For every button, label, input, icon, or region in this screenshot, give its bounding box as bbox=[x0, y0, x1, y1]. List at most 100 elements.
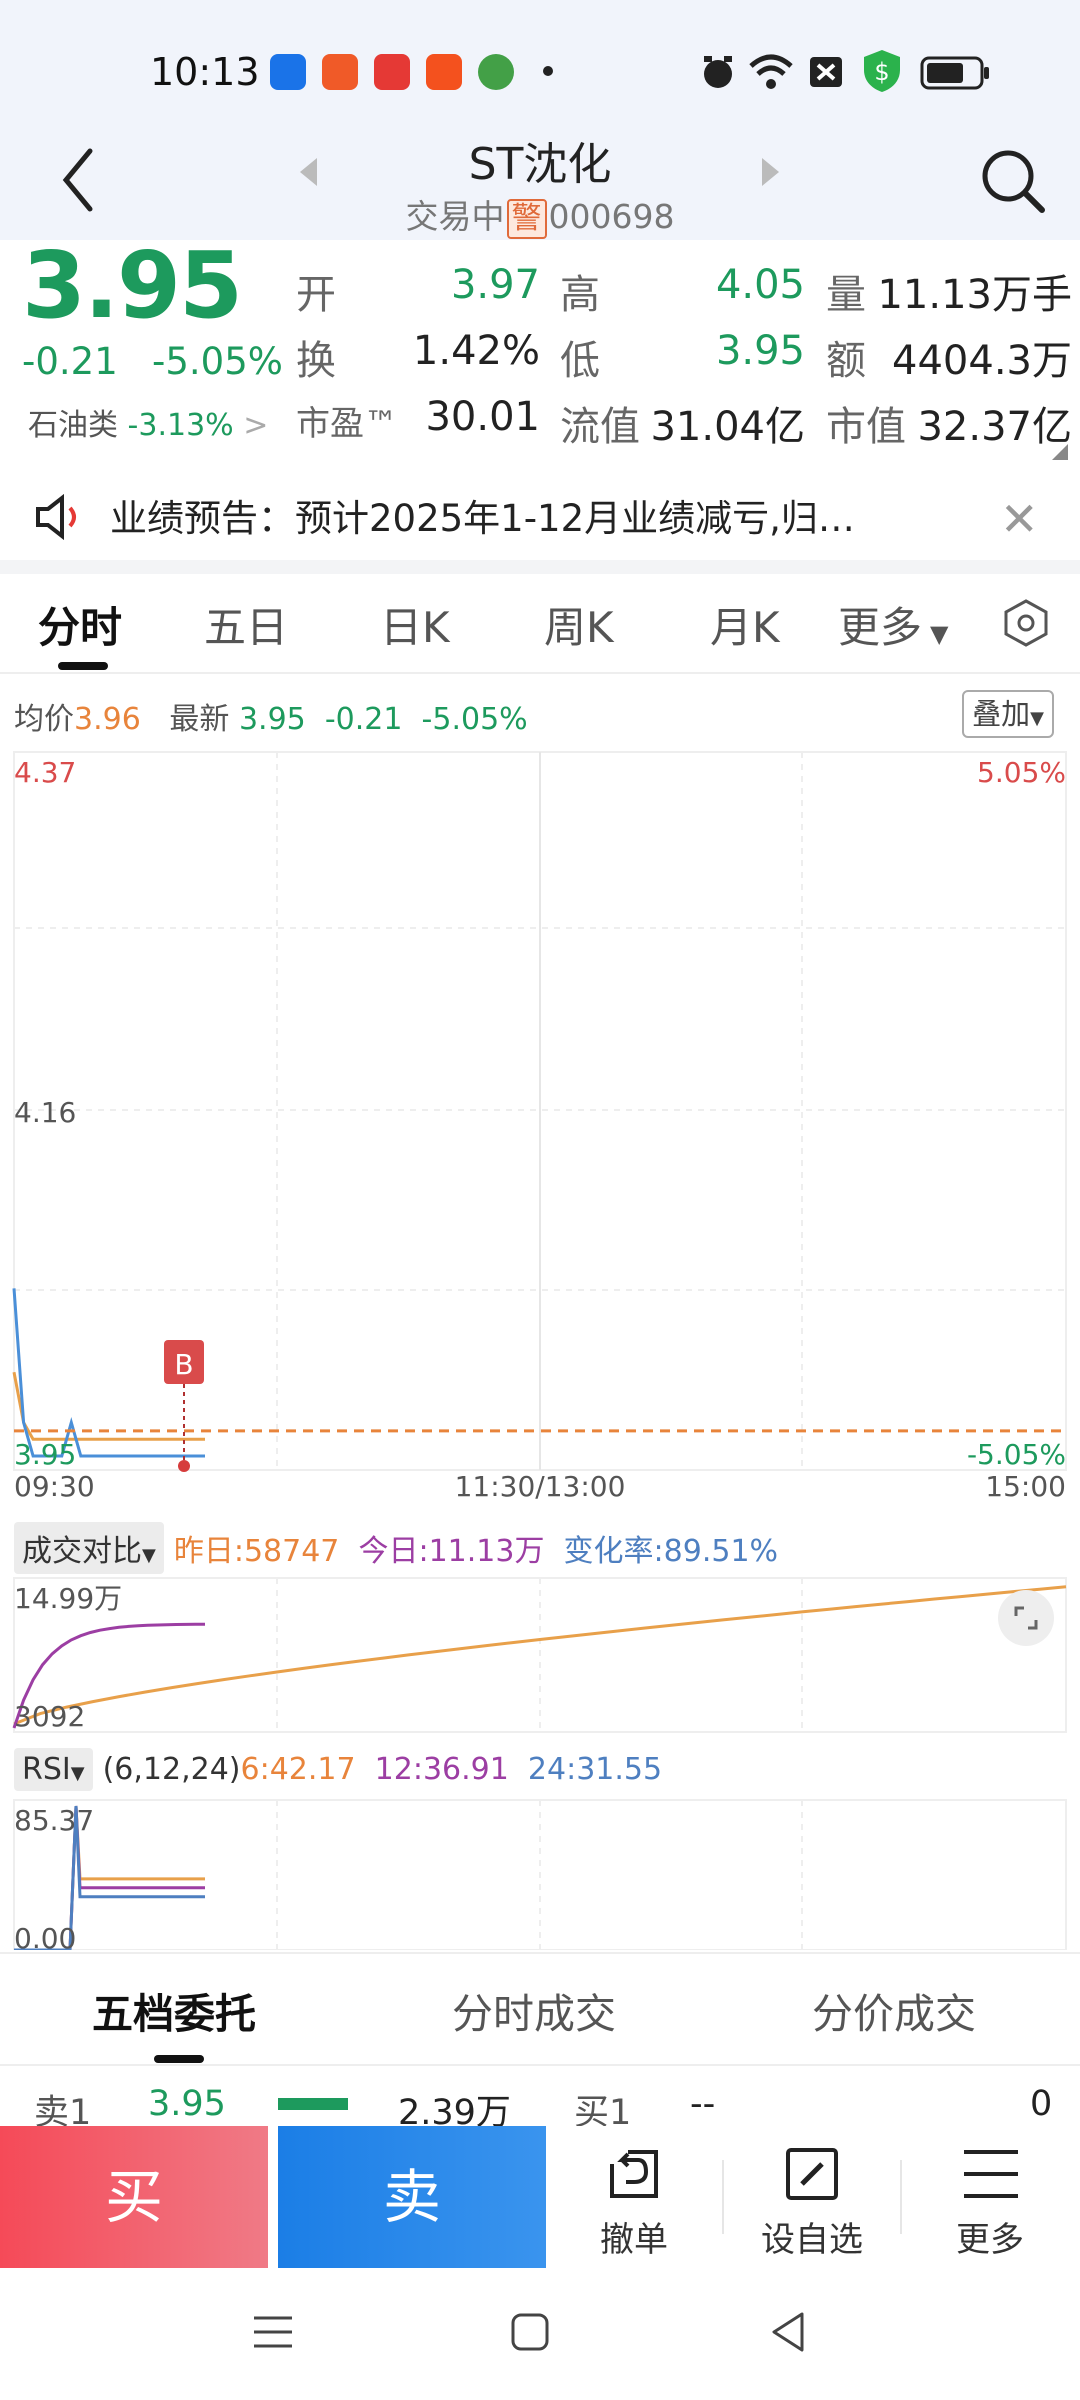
app-notification-icon bbox=[270, 54, 306, 90]
home-icon[interactable] bbox=[510, 2312, 550, 2352]
volume-yesterday: 昨日:58747 bbox=[173, 1534, 340, 1569]
avg-price-label: 均价 bbox=[14, 702, 74, 737]
open-label: 开 bbox=[296, 272, 336, 318]
marker-dot bbox=[178, 1460, 190, 1472]
tab-more-label: 更多 bbox=[838, 603, 923, 652]
pct-max-label: 5.05% bbox=[977, 756, 1066, 789]
tab-order-book[interactable]: 五档委托 bbox=[92, 1980, 256, 2040]
buy-button[interactable]: 买 bbox=[0, 2126, 268, 2268]
amount-label: 额 bbox=[826, 338, 866, 384]
stock-name: ST沈化 bbox=[468, 139, 612, 190]
rsi-max-label: 85.37 bbox=[14, 1804, 94, 1837]
overlay-label: 叠加 bbox=[972, 697, 1031, 731]
bid-1-price: -- bbox=[690, 2084, 716, 2124]
back-arrow-icon[interactable] bbox=[58, 145, 98, 215]
section-divider bbox=[0, 1952, 1080, 1954]
ask-1-price: 3.95 bbox=[148, 2084, 226, 2124]
current-price: 3.95 bbox=[22, 232, 243, 339]
turnover-label: 换 bbox=[296, 338, 336, 384]
app-notification-icon bbox=[374, 54, 410, 90]
tab-intraday[interactable]: 分时 bbox=[38, 594, 122, 655]
recent-apps-icon[interactable] bbox=[252, 2312, 294, 2352]
tab-five-day[interactable]: 五日 bbox=[204, 594, 288, 655]
time-label-midday: 11:30/13:00 bbox=[455, 1470, 626, 1503]
app-notification-icon bbox=[426, 54, 462, 90]
ask-1-volume-bar bbox=[278, 2098, 348, 2110]
add-watchlist-label: 设自选 bbox=[761, 2220, 863, 2260]
security-shield-icon: $ bbox=[864, 50, 900, 92]
volume-compare-selector[interactable]: 成交对比▼ bbox=[14, 1522, 164, 1574]
high-label: 高 bbox=[560, 272, 600, 318]
search-icon[interactable] bbox=[978, 146, 1048, 216]
pe-value: 30.01 bbox=[425, 394, 540, 440]
speaker-icon bbox=[36, 494, 76, 540]
stock-detail-screen: 10:13 $ ST沈化 交易中警 000698 3.95 -0.21 -5.05… bbox=[0, 0, 1080, 2400]
expand-corner-icon[interactable] bbox=[1052, 444, 1068, 460]
price-change: -0.21 bbox=[22, 340, 118, 383]
next-stock-arrow-icon[interactable] bbox=[762, 158, 779, 186]
sector-link[interactable]: 石油类 -3.13% > bbox=[28, 400, 268, 444]
low-value: 3.95 bbox=[715, 328, 805, 374]
cancel-order-label: 撤单 bbox=[600, 2220, 668, 2260]
volume-change-rate: 变化率:89.51% bbox=[563, 1534, 779, 1569]
volume-max-label: 14.99万 bbox=[14, 1582, 122, 1615]
chevron-right-icon: > bbox=[243, 408, 269, 443]
tab-price-trades[interactable]: 分价成交 bbox=[812, 1980, 976, 2040]
sector-change: -3.13% bbox=[127, 408, 234, 443]
dropdown-triangle-icon: ▼ bbox=[142, 1545, 156, 1566]
add-watchlist-button[interactable]: 设自选 bbox=[724, 2126, 900, 2268]
price-min-label: 3.95 bbox=[14, 1438, 76, 1471]
prev-stock-arrow-icon[interactable] bbox=[300, 158, 317, 186]
last-price-value: 3.95 bbox=[238, 702, 306, 737]
rsi-info: RSI▼ (6,12,24)6:42.17 12:36.91 24:31.55 bbox=[14, 1748, 662, 1791]
volume-compare-info: 成交对比▼ 昨日:58747 今日:11.13万 变化率:89.51% bbox=[14, 1522, 778, 1574]
tab-more[interactable]: 更多 ▼ bbox=[838, 594, 948, 655]
more-actions-button[interactable]: 更多 bbox=[902, 2126, 1078, 2268]
rsi-selector[interactable]: RSI▼ bbox=[14, 1748, 93, 1791]
tab-daily-k[interactable]: 日K bbox=[380, 594, 450, 655]
price-change-pct: -5.05% bbox=[152, 340, 283, 383]
sell-button[interactable]: 卖 bbox=[278, 2126, 546, 2268]
fullscreen-icon[interactable] bbox=[996, 1588, 1056, 1648]
rsi-min-label: 0.00 bbox=[14, 1922, 76, 1950]
svg-text:$: $ bbox=[874, 58, 889, 86]
active-tab-indicator bbox=[58, 662, 108, 670]
open-value: 3.97 bbox=[450, 262, 540, 308]
pct-min-label: -5.05% bbox=[967, 1438, 1066, 1471]
tab-divider bbox=[0, 672, 1080, 674]
back-nav-icon[interactable] bbox=[768, 2310, 808, 2354]
float-cap-label: 流值 bbox=[560, 404, 640, 450]
tab-tick-trades[interactable]: 分时成交 bbox=[452, 1980, 616, 2040]
tab-monthly-k[interactable]: 月K bbox=[710, 594, 780, 655]
price-max-label: 4.37 bbox=[14, 756, 76, 789]
cancel-order-icon bbox=[610, 2150, 658, 2198]
edit-square-icon bbox=[786, 2148, 838, 2200]
dropdown-triangle-icon: ▼ bbox=[70, 1763, 85, 1784]
battery-icon bbox=[920, 56, 989, 90]
last-price-label: 最新 bbox=[169, 702, 230, 737]
close-icon[interactable]: ✕ bbox=[1000, 492, 1039, 546]
trade-state: 交易中 bbox=[405, 197, 505, 236]
price-mid-label: 4.16 bbox=[14, 1096, 76, 1129]
menu-icon bbox=[964, 2150, 1018, 2198]
tab-weekly-k[interactable]: 周K bbox=[544, 594, 614, 655]
settings-hexagon-icon[interactable] bbox=[1002, 598, 1050, 648]
warning-badge: 警 bbox=[506, 199, 547, 239]
alarm-icon bbox=[704, 56, 732, 88]
stock-subtitle: 交易中警 000698 bbox=[340, 190, 740, 239]
section-divider bbox=[0, 560, 1080, 574]
active-tab-indicator bbox=[154, 2055, 204, 2063]
wifi-icon bbox=[749, 54, 793, 89]
intraday-info: 均价3.96 最新 3.95 -0.21 -5.05% bbox=[14, 694, 528, 738]
overlay-button[interactable]: 叠加▼ bbox=[962, 690, 1054, 738]
announcement-text: 业绩预告：预计2025年1-12月业绩减亏,归… bbox=[110, 497, 855, 540]
time-label-close: 15:00 bbox=[985, 1470, 1066, 1503]
rsi-params: (6,12,24) bbox=[102, 1752, 241, 1787]
rsi-12: 12:36.91 bbox=[374, 1752, 509, 1787]
cancel-order-button[interactable]: 撤单 bbox=[546, 2126, 722, 2268]
sector-name: 石油类 bbox=[28, 408, 118, 443]
volume-label: 量 bbox=[826, 272, 866, 318]
rsi-6: 6:42.17 bbox=[240, 1752, 356, 1787]
time-label-open: 09:30 bbox=[14, 1470, 95, 1503]
dropdown-triangle-icon: ▼ bbox=[930, 620, 949, 648]
